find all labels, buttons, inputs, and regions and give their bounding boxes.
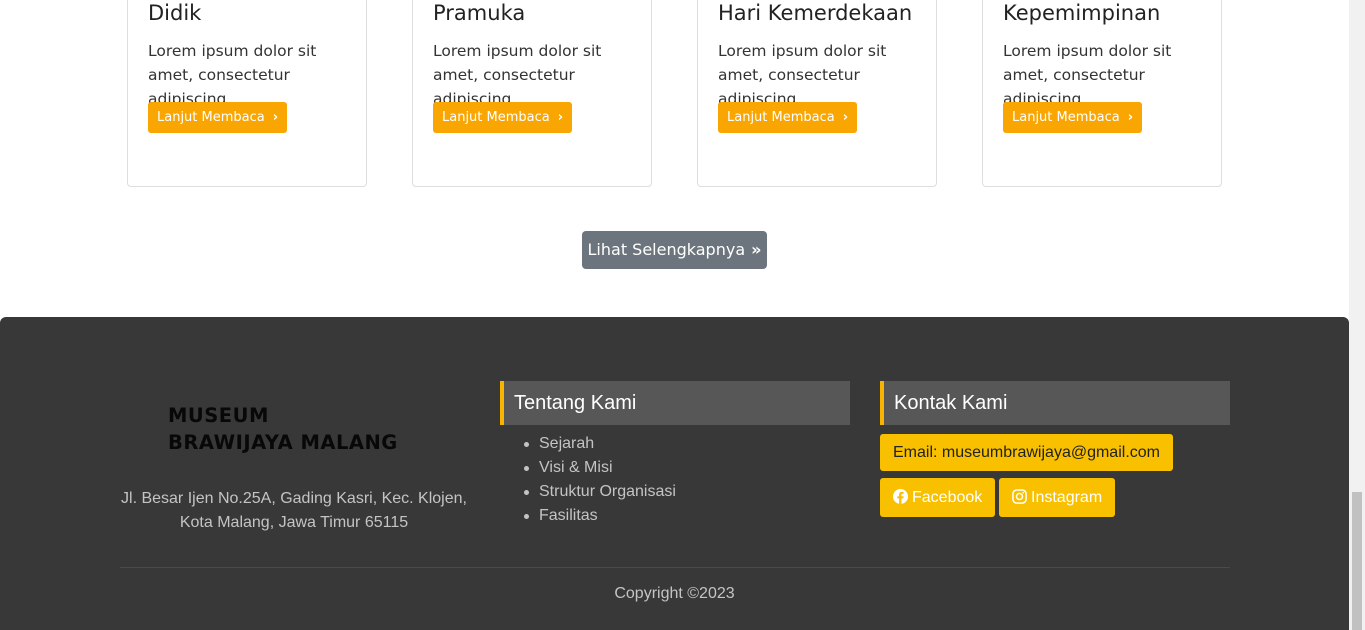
read-more-label: Lanjut Membaca (157, 110, 265, 125)
article-card: Didik Lorem ipsum dolor sit amet, consec… (127, 0, 367, 187)
read-more-label: Lanjut Membaca (727, 110, 835, 125)
contact-heading: Kontak Kami (880, 381, 1230, 425)
address-text: Jl. Besar Ijen No.25A, Gading Kasri, Kec… (121, 490, 467, 531)
instagram-button[interactable]: Instagram (999, 478, 1116, 519)
facebook-icon (893, 480, 908, 519)
site-footer: MUSEUM BRAWIJAYA MALANG Jl. Besar Ijen N… (0, 317, 1349, 630)
logo-line-2: BRAWIJAYA MALANG (168, 431, 398, 454)
email-button[interactable]: Email: museumbrawijaya@gmail.com (880, 434, 1173, 471)
about-links: Sejarah Visi & Misi Struktur Organisasi … (522, 432, 676, 528)
logo-line-1: MUSEUM (168, 404, 269, 427)
museum-logo[interactable]: MUSEUM BRAWIJAYA MALANG (168, 402, 428, 456)
card-excerpt: Lorem ipsum dolor sit amet, consectetur … (718, 42, 887, 108)
chevron-right-icon: › (272, 110, 279, 125)
footer-link-struktur-organisasi[interactable]: Struktur Organisasi (522, 480, 676, 504)
card-title: Didik (148, 1, 202, 25)
facebook-button[interactable]: Facebook (880, 478, 996, 519)
card-excerpt: Lorem ipsum dolor sit amet, consectetur … (433, 42, 602, 108)
instagram-icon (1012, 480, 1027, 519)
see-more-label: Lihat Selengkapnya (587, 240, 746, 259)
read-more-label: Lanjut Membaca (442, 110, 550, 125)
see-more-button[interactable]: Lihat Selengkapnya » (582, 231, 767, 269)
read-more-button[interactable]: Lanjut Membaca › (433, 102, 573, 133)
read-more-button[interactable]: Lanjut Membaca › (718, 102, 858, 133)
scrollbar-thumb[interactable] (1352, 492, 1362, 630)
read-more-label: Lanjut Membaca (1012, 110, 1120, 125)
article-card: Kepemimpinan Lorem ipsum dolor sit amet,… (982, 0, 1222, 187)
chevron-right-icon: › (557, 110, 564, 125)
chevron-right-icon: › (842, 110, 849, 125)
footer-link-fasilitas[interactable]: Fasilitas (522, 504, 676, 528)
article-card: Hari Kemerdekaan Lorem ipsum dolor sit a… (697, 0, 937, 187)
read-more-button[interactable]: Lanjut Membaca › (148, 102, 288, 133)
about-heading: Tentang Kami (500, 381, 850, 425)
card-title: Hari Kemerdekaan (718, 1, 913, 25)
copyright-text: Copyright ©2023 (614, 585, 735, 602)
card-title: Pramuka (433, 1, 526, 25)
article-card: Pramuka Lorem ipsum dolor sit amet, cons… (412, 0, 652, 187)
footer-link-visi-misi[interactable]: Visi & Misi (522, 456, 676, 480)
card-title: Kepemimpinan (1003, 1, 1161, 25)
instagram-label: Instagram (1031, 489, 1103, 506)
facebook-label: Facebook (912, 489, 983, 506)
footer-link-sejarah[interactable]: Sejarah (522, 432, 676, 456)
card-excerpt: Lorem ipsum dolor sit amet, consectetur … (1003, 42, 1172, 108)
footer-divider (120, 567, 1230, 568)
double-chevron-right-icon: » (751, 240, 762, 259)
card-excerpt: Lorem ipsum dolor sit amet, consectetur … (148, 42, 317, 108)
read-more-button[interactable]: Lanjut Membaca › (1003, 102, 1143, 133)
chevron-right-icon: › (1127, 110, 1134, 125)
